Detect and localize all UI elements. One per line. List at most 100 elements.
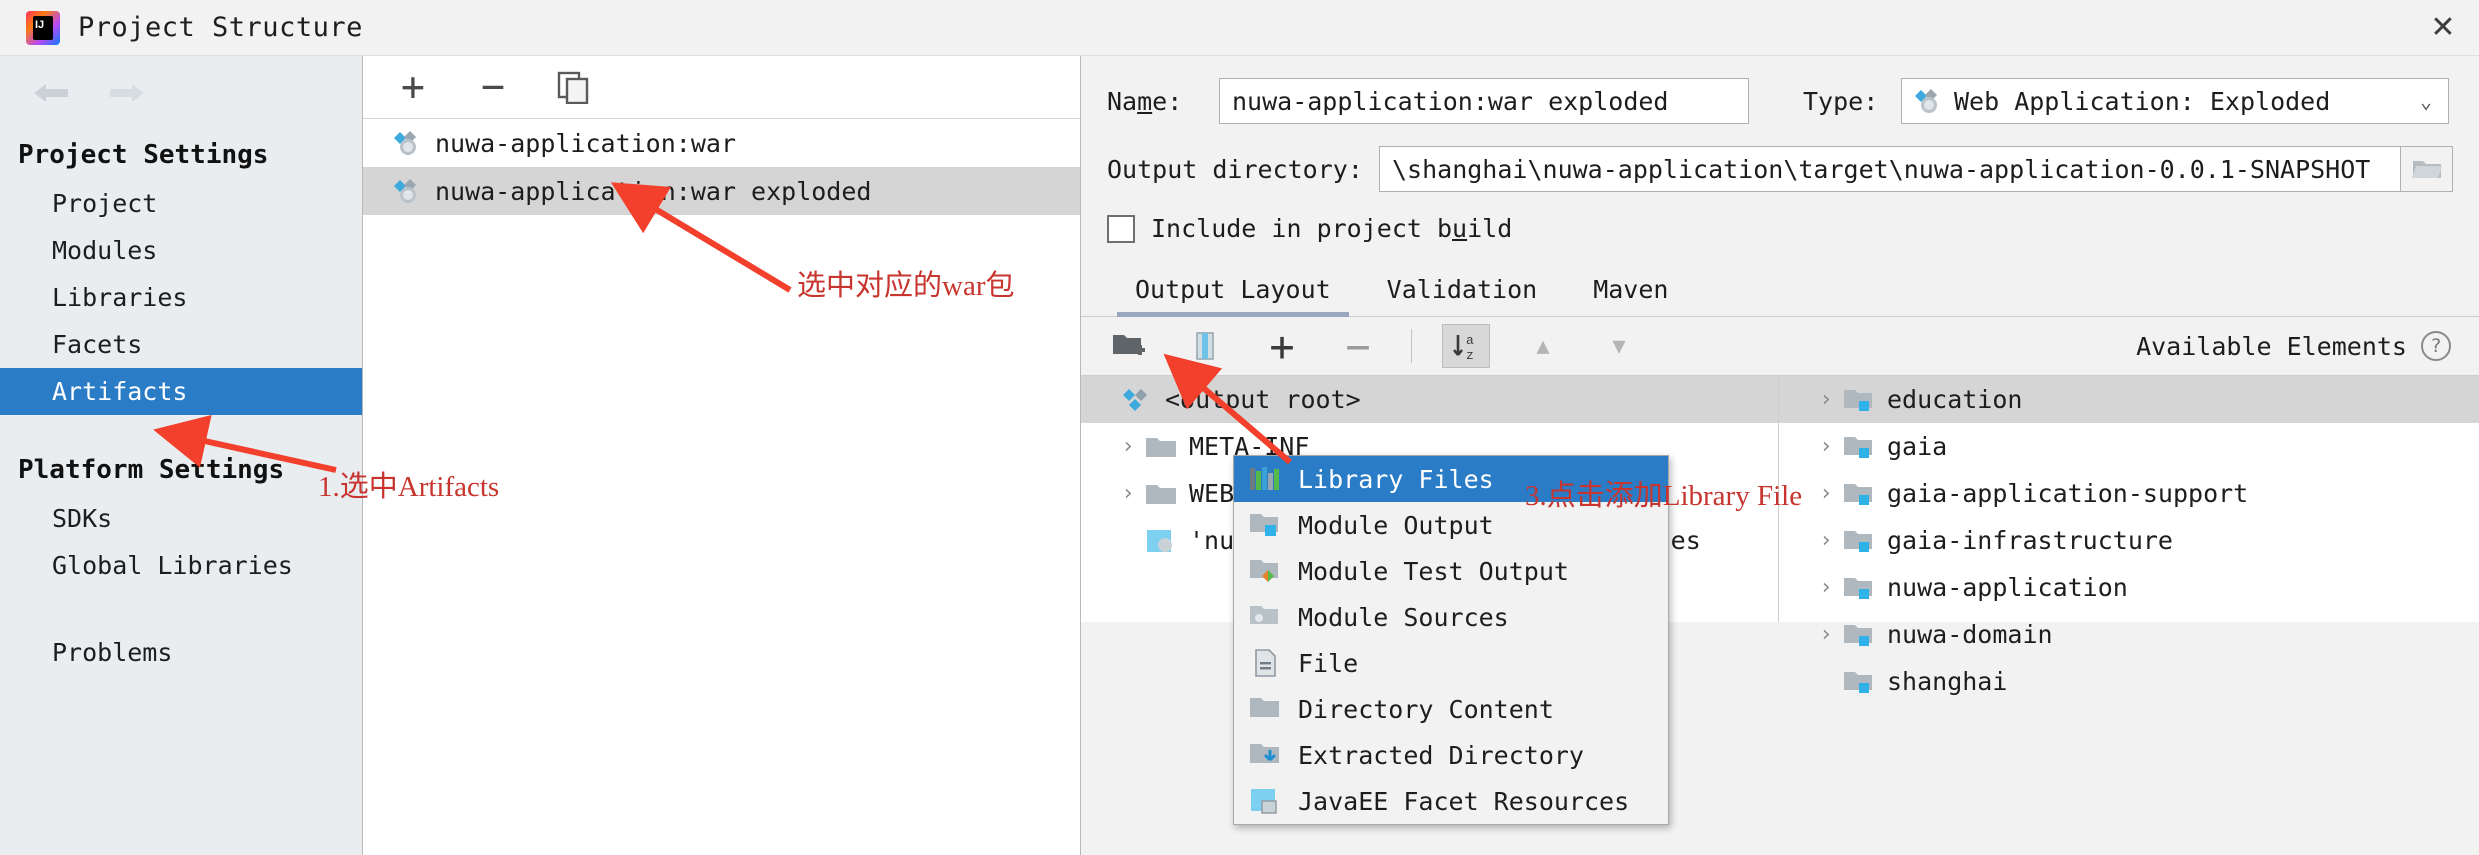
sidebar-item-problems[interactable]: Problems: [0, 629, 362, 676]
tree-row-label: gaia-infrastructure: [1887, 526, 2173, 555]
include-in-build-row: Include in project build: [1081, 214, 2479, 243]
sidebar-item-artifacts[interactable]: Artifacts: [0, 368, 362, 415]
plus-icon[interactable]: +: [391, 64, 435, 110]
help-icon[interactable]: ?: [2421, 331, 2451, 361]
file-icon: [1248, 648, 1282, 678]
available-elements-header: Available Elements ?: [2136, 331, 2479, 361]
web-application-icon: [391, 129, 421, 157]
chevron-right-icon[interactable]: ›: [1111, 481, 1145, 506]
tree-row[interactable]: › nuwa-domain: [1779, 611, 2479, 658]
chevron-right-icon[interactable]: ›: [1809, 622, 1843, 647]
menu-item-label: JavaEE Facet Resources: [1298, 786, 1630, 816]
menu-item-module-sources[interactable]: Module Sources: [1234, 594, 1668, 640]
menu-item-module-test-output[interactable]: Module Test Output: [1234, 548, 1668, 594]
module-sources-icon: [1248, 602, 1282, 632]
remove-element-minus-icon[interactable]: −: [1335, 322, 1381, 371]
module-icon: [1843, 528, 1875, 554]
chevron-right-icon[interactable]: ›: [1809, 434, 1843, 459]
type-dropdown-value: Web Application: Exploded: [1954, 86, 2331, 116]
name-label: Name:: [1107, 86, 1183, 116]
folder-browse-icon[interactable]: [2401, 146, 2453, 192]
minus-icon[interactable]: −: [471, 64, 515, 110]
artifacts-list-panel: + − nuwa-application:war nuwa-applicatio…: [362, 56, 1081, 855]
available-elements-label: Available Elements: [2136, 331, 2407, 361]
tree-row[interactable]: › gaia: [1779, 423, 2479, 470]
menu-item-javaee-facet-resources[interactable]: JavaEE Facet Resources: [1234, 778, 1668, 824]
tree-row[interactable]: <output root>: [1081, 376, 1778, 423]
tree-row[interactable]: › gaia-application-support: [1779, 470, 2479, 517]
window-titlebar: Project Structure ✕: [0, 0, 2479, 56]
web-application-icon: [1121, 387, 1153, 413]
arrow-right-icon[interactable]: [106, 78, 148, 108]
close-icon[interactable]: ✕: [2407, 0, 2479, 55]
chevron-right-icon[interactable]: ›: [1809, 387, 1843, 412]
sidebar-item-project[interactable]: Project: [0, 180, 362, 227]
toolbar-divider: [1411, 329, 1412, 363]
new-directory-icon[interactable]: [1107, 325, 1153, 367]
add-element-plus-icon[interactable]: +: [1259, 322, 1305, 371]
new-archive-icon[interactable]: [1183, 325, 1229, 367]
sidebar-item-facets[interactable]: Facets: [0, 321, 362, 368]
menu-item-directory-content[interactable]: Directory Content: [1234, 686, 1668, 732]
tab-validation[interactable]: Validation: [1359, 269, 1566, 316]
arrow-left-icon[interactable]: [30, 78, 72, 108]
artifacts-toolbar: + −: [362, 56, 1080, 119]
include-in-build-checkbox[interactable]: [1107, 214, 1135, 243]
module-icon: [1843, 669, 1875, 695]
menu-item-extracted-directory[interactable]: Extracted Directory: [1234, 732, 1668, 778]
artifact-list-item-label: nuwa-application:war exploded: [434, 176, 872, 206]
module-test-output-icon: [1248, 556, 1282, 586]
chevron-down-icon: ⌄: [2419, 89, 2432, 113]
output-layout-toolbar: + − az ▲ ▼ Available Elements ?: [1081, 317, 2479, 375]
tree-row[interactable]: › gaia-infrastructure: [1779, 517, 2479, 564]
copy-icon[interactable]: [551, 67, 595, 107]
output-directory-label: Output directory:: [1107, 154, 1363, 184]
artifact-list-item[interactable]: nuwa-application:war: [363, 119, 1080, 167]
menu-item-label: File: [1298, 648, 1359, 678]
tree-row-label: <output root>: [1165, 385, 1361, 414]
chevron-right-icon[interactable]: ›: [1809, 575, 1843, 600]
tab-output-layout[interactable]: Output Layout: [1107, 269, 1359, 317]
sidebar-item-libraries[interactable]: Libraries: [0, 274, 362, 321]
module-icon: [1843, 575, 1875, 601]
artifact-list-item-selected[interactable]: nuwa-application:war exploded: [362, 167, 1080, 215]
type-dropdown[interactable]: Web Application: Exploded ⌄: [1901, 78, 2449, 124]
svg-text:z: z: [1466, 348, 1474, 363]
folder-icon: [1145, 481, 1177, 507]
tree-row-label: gaia: [1887, 432, 1948, 461]
library-files-icon: [1248, 464, 1282, 494]
extracted-directory-icon: [1248, 740, 1282, 770]
chevron-right-icon[interactable]: ›: [1111, 434, 1145, 459]
chevron-right-icon[interactable]: ›: [1809, 528, 1843, 553]
tree-row[interactable]: shanghai: [1779, 658, 2479, 705]
directory-content-icon: [1248, 694, 1282, 724]
tree-row-label: shanghai: [1887, 667, 2008, 696]
move-down-arrow-icon[interactable]: ▼: [1596, 325, 1642, 367]
details-tabs: Output Layout Validation Maven: [1081, 269, 2479, 317]
sidebar-item-sdks[interactable]: SDKs: [0, 495, 362, 542]
sidebar-item-global-libraries[interactable]: Global Libraries: [0, 542, 362, 589]
name-and-type-row: Name: nuwa-application:war exploded Type…: [1081, 78, 2479, 124]
intellij-logo-icon: [26, 10, 60, 45]
type-label: Type:: [1803, 86, 1879, 116]
sort-az-icon[interactable]: az: [1442, 324, 1490, 368]
annotation-select-artifacts: 1.选中Artifacts: [318, 471, 500, 503]
artifact-list-item-label: nuwa-application:war: [434, 128, 736, 158]
folder-icon: [1145, 434, 1177, 460]
web-application-icon: [1912, 87, 1942, 115]
move-up-arrow-icon[interactable]: ▲: [1520, 325, 1566, 367]
output-directory-input[interactable]: \shanghai\nuwa-application\target\nuwa-a…: [1379, 146, 2401, 192]
menu-item-file[interactable]: File: [1234, 640, 1668, 686]
tree-row-label: gaia-application-support: [1887, 479, 2249, 508]
window-title: Project Structure: [78, 12, 363, 43]
sidebar-item-modules[interactable]: Modules: [0, 227, 362, 274]
menu-item-label: Directory Content: [1298, 694, 1554, 724]
javaee-facet-icon: [1145, 528, 1177, 554]
menu-item-label: Module Sources: [1298, 602, 1509, 632]
tree-row[interactable]: › nuwa-application: [1779, 564, 2479, 611]
svg-text:a: a: [1466, 333, 1474, 348]
tab-maven[interactable]: Maven: [1565, 269, 1696, 316]
chevron-right-icon[interactable]: ›: [1809, 481, 1843, 506]
name-input[interactable]: nuwa-application:war exploded: [1219, 78, 1749, 124]
tree-row[interactable]: › education: [1779, 376, 2479, 423]
